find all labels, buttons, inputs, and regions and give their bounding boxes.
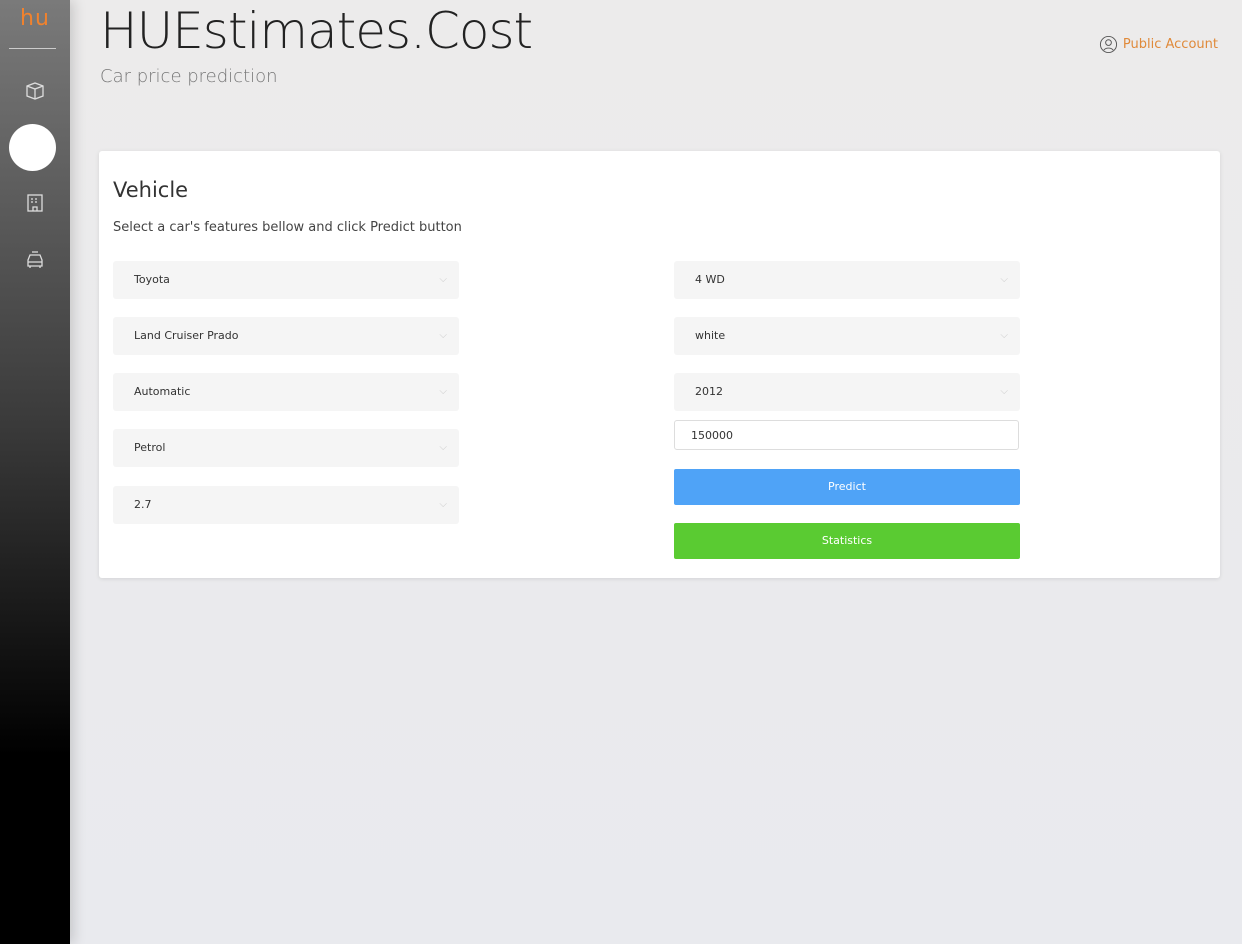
chevron-down-icon: ⌵ bbox=[439, 274, 447, 285]
taxi-icon[interactable] bbox=[0, 248, 70, 274]
divider bbox=[9, 48, 56, 49]
vehicle-card: Vehicle Select a car's features bellow a… bbox=[99, 151, 1220, 578]
account-label: Public Account bbox=[1122, 37, 1218, 52]
app-title: HUEstimates.Cost bbox=[100, 2, 533, 60]
user-icon bbox=[1099, 35, 1117, 54]
mileage-input[interactable]: 150000 bbox=[674, 420, 1019, 450]
chevron-down-icon: ⌵ bbox=[439, 330, 447, 341]
select-value: Toyota bbox=[134, 273, 170, 286]
select-value: 4 WD bbox=[695, 273, 725, 286]
select-value: white bbox=[695, 329, 726, 342]
chevron-down-icon: ⌵ bbox=[1000, 274, 1008, 285]
year-select[interactable]: 2012 ⌵ bbox=[674, 373, 1020, 411]
select-value: Automatic bbox=[134, 385, 191, 398]
engine-select[interactable]: 2.7 ⌵ bbox=[113, 486, 459, 524]
chevron-down-icon: ⌵ bbox=[439, 499, 447, 510]
fuel-select[interactable]: Petrol ⌵ bbox=[113, 429, 459, 467]
logo[interactable]: hu bbox=[0, 6, 70, 31]
sidebar: hu bbox=[0, 0, 70, 944]
select-value: 2012 bbox=[695, 385, 723, 398]
color-select[interactable]: white ⌵ bbox=[674, 317, 1020, 355]
building-icon[interactable] bbox=[0, 192, 70, 218]
account-link[interactable]: Public Account bbox=[1099, 35, 1218, 54]
select-value: Land Cruiser Prado bbox=[134, 329, 239, 342]
active-nav-item[interactable] bbox=[9, 124, 56, 171]
transmission-select[interactable]: Automatic ⌵ bbox=[113, 373, 459, 411]
app-subtitle: Car price prediction bbox=[100, 66, 278, 87]
select-value: Petrol bbox=[134, 441, 166, 454]
chevron-down-icon: ⌵ bbox=[1000, 386, 1008, 397]
drive-select[interactable]: 4 WD ⌵ bbox=[674, 261, 1020, 299]
cube-icon[interactable] bbox=[0, 80, 70, 106]
card-title: Vehicle bbox=[113, 178, 189, 202]
chevron-down-icon: ⌵ bbox=[439, 442, 447, 453]
select-value: 2.7 bbox=[134, 498, 152, 511]
statistics-button[interactable]: Statistics bbox=[674, 523, 1020, 559]
predict-button[interactable]: Predict bbox=[674, 469, 1020, 505]
make-select[interactable]: Toyota ⌵ bbox=[113, 261, 459, 299]
chevron-down-icon: ⌵ bbox=[439, 386, 447, 397]
instructions: Select a car's features bellow and click… bbox=[113, 220, 462, 235]
chevron-down-icon: ⌵ bbox=[1000, 330, 1008, 341]
model-select[interactable]: Land Cruiser Prado ⌵ bbox=[113, 317, 459, 355]
